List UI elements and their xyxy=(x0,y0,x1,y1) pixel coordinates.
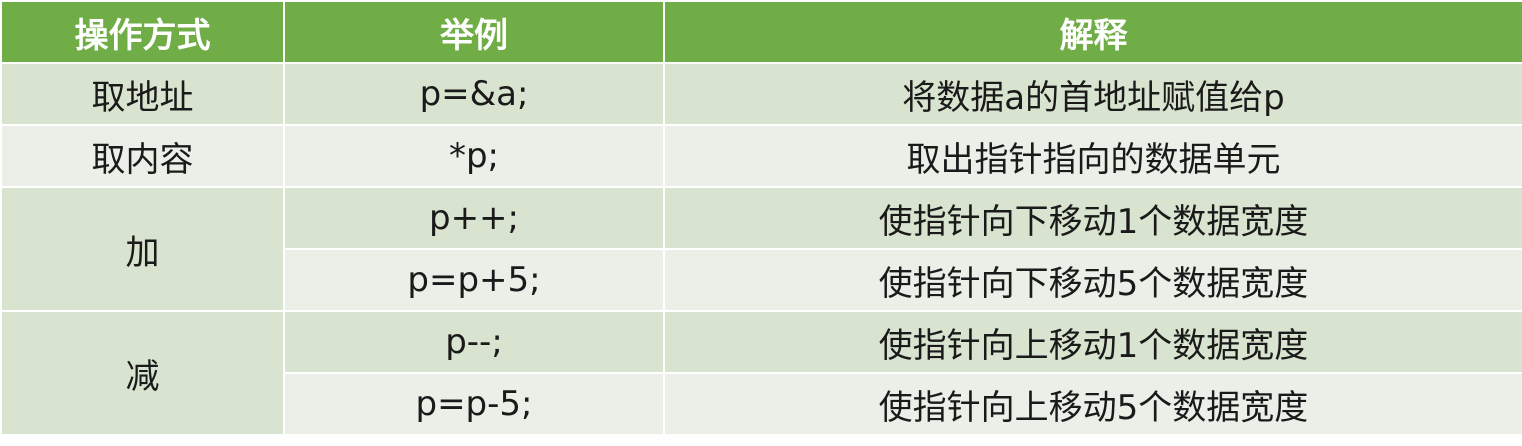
cell-example: p++; xyxy=(283,186,665,250)
cell-explanation: 使指针向下移动1个数据宽度 xyxy=(663,186,1522,250)
table-row: 取地址 p=&a; 将数据a的首地址赋值给p xyxy=(0,62,1522,126)
cell-explanation: 取出指针指向的数据单元 xyxy=(663,124,1522,188)
cell-example: *p; xyxy=(283,124,665,188)
cell-explanation: 使指针向下移动5个数据宽度 xyxy=(663,248,1522,312)
cell-example: p=p-5; xyxy=(283,372,665,436)
cell-example: p=p+5; xyxy=(283,248,665,312)
cell-operation: 取内容 xyxy=(0,124,285,188)
table-row: 取内容 *p; 取出指针指向的数据单元 xyxy=(0,124,1522,188)
cell-operation: 减 xyxy=(0,310,285,436)
header-example: 举例 xyxy=(283,0,665,64)
header-operation: 操作方式 xyxy=(0,0,285,64)
table-row: 加 p++; 使指针向下移动1个数据宽度 xyxy=(0,186,1522,312)
pointer-operations-table: 操作方式 举例 解释 取地址 p=&a; 将数据a的首地址赋值给p 取内容 *p… xyxy=(0,0,1522,436)
header-explanation: 解释 xyxy=(663,0,1522,64)
cell-example: p--; xyxy=(283,310,665,374)
cell-explanation: 将数据a的首地址赋值给p xyxy=(663,62,1522,126)
table-header-row: 操作方式 举例 解释 xyxy=(0,0,1522,64)
cell-operation: 加 xyxy=(0,186,285,312)
cell-explanation: 使指针向上移动1个数据宽度 xyxy=(663,310,1522,374)
cell-operation: 取地址 xyxy=(0,62,285,126)
cell-explanation: 使指针向上移动5个数据宽度 xyxy=(663,372,1522,436)
cell-example: p=&a; xyxy=(283,62,665,126)
table-row: 减 p--; 使指针向上移动1个数据宽度 xyxy=(0,310,1522,436)
